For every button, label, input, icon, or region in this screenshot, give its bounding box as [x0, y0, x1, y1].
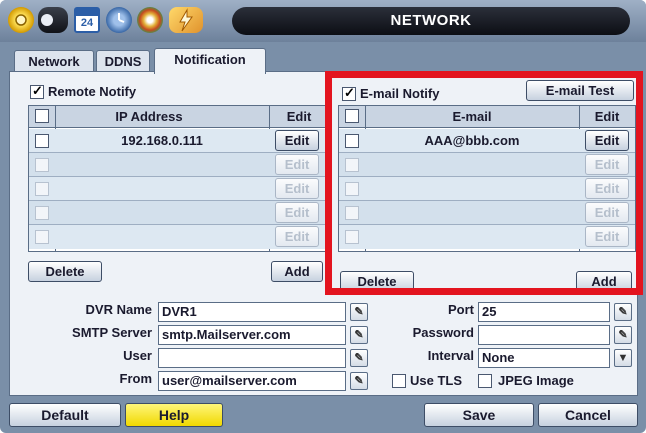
from-field[interactable]: user@mailserver.com — [158, 371, 346, 391]
user-field[interactable] — [158, 348, 346, 368]
remote-delete-button[interactable]: Delete — [28, 261, 102, 282]
calendar-icon[interactable]: 24 — [74, 7, 100, 33]
use-tls-label: Use TLS — [410, 373, 463, 388]
table-row[interactable]: 192.168.0.111 Edit — [29, 129, 325, 153]
table-row[interactable]: Edit — [29, 153, 325, 177]
ip-address-value: 192.168.0.111 — [121, 133, 203, 148]
row-checkbox[interactable] — [35, 230, 49, 244]
jpeg-image-label: JPEG Image — [498, 373, 574, 388]
power-icon[interactable] — [169, 7, 203, 33]
settings-window: 24 NETWORK Network DDNS Notification Rem… — [0, 0, 646, 433]
edit-pencil-icon[interactable]: ✎ — [614, 303, 632, 321]
password-field[interactable] — [478, 325, 610, 345]
title-bar: 24 NETWORK — [0, 0, 646, 42]
disc-icon[interactable] — [137, 7, 163, 33]
row-checkbox[interactable] — [35, 206, 49, 220]
dvr-name-field[interactable]: DVR1 — [158, 302, 346, 322]
record-icon[interactable] — [38, 7, 68, 33]
row-checkbox[interactable] — [35, 182, 49, 196]
calendar-day: 24 — [80, 17, 94, 29]
table-row[interactable]: Edit — [29, 201, 325, 225]
edit-pencil-icon[interactable]: ✎ — [350, 349, 368, 367]
port-field[interactable]: 25 — [478, 302, 610, 322]
remote-table-header: IP Address Edit — [29, 106, 325, 128]
user-label: User — [123, 348, 152, 363]
remote-notify-label: Remote Notify — [48, 84, 137, 99]
port-label: Port — [448, 302, 474, 317]
window-title: NETWORK — [232, 7, 630, 35]
email-highlight-box — [325, 71, 643, 295]
edit-pencil-icon[interactable]: ✎ — [614, 326, 632, 344]
tab-network[interactable]: Network — [14, 50, 94, 72]
row-checkbox[interactable] — [35, 158, 49, 172]
save-button[interactable]: Save — [424, 403, 534, 427]
edit-button[interactable]: Edit — [275, 202, 319, 223]
edit-button[interactable]: Edit — [275, 226, 319, 247]
col-ip-address: IP Address — [115, 109, 183, 124]
table-row[interactable]: Edit — [29, 225, 325, 249]
chevron-down-icon[interactable]: ▼ — [614, 349, 632, 367]
edit-pencil-icon[interactable]: ✎ — [350, 372, 368, 390]
password-label: Password — [412, 325, 474, 340]
edit-button[interactable]: Edit — [275, 178, 319, 199]
jpeg-image-checkbox[interactable] — [478, 374, 492, 388]
dvr-name-label: DVR Name — [85, 302, 152, 317]
from-label: From — [119, 371, 153, 386]
tab-ddns[interactable]: DDNS — [96, 50, 150, 72]
interval-select[interactable]: None — [478, 348, 610, 368]
remote-add-button[interactable]: Add — [271, 261, 323, 282]
tab-notification[interactable]: Notification — [154, 48, 266, 74]
edit-pencil-icon[interactable]: ✎ — [350, 326, 368, 344]
edit-pencil-icon[interactable]: ✎ — [350, 303, 368, 321]
remote-ip-table: IP Address Edit 192.168.0.111 Edit Edit … — [28, 105, 326, 252]
row-checkbox[interactable] — [35, 134, 49, 148]
help-button[interactable]: Help — [125, 403, 223, 427]
clock-icon[interactable] — [106, 7, 132, 33]
use-tls-checkbox[interactable] — [392, 374, 406, 388]
smtp-server-field[interactable]: smtp.Mailserver.com — [158, 325, 346, 345]
smtp-server-label: SMTP Server — [72, 325, 152, 340]
gear-icon[interactable] — [8, 7, 34, 33]
default-button[interactable]: Default — [9, 403, 121, 427]
cancel-button[interactable]: Cancel — [538, 403, 638, 427]
col-edit: Edit — [286, 109, 312, 124]
edit-button[interactable]: Edit — [275, 130, 319, 151]
interval-label: Interval — [427, 348, 474, 363]
remote-select-all-checkbox[interactable] — [35, 109, 49, 123]
edit-button[interactable]: Edit — [275, 154, 319, 175]
remote-notify-checkbox[interactable] — [30, 83, 44, 99]
table-row[interactable]: Edit — [29, 177, 325, 201]
